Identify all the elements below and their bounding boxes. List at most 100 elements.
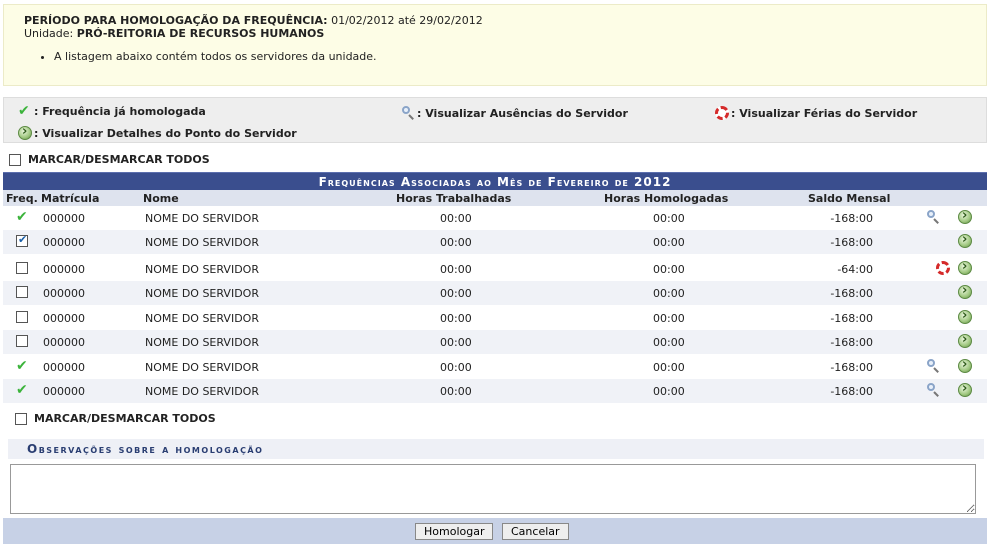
mark-all-checkbox[interactable] — [15, 412, 27, 425]
go-arrow-icon[interactable] — [958, 208, 972, 224]
cell-nome: NOME DO SERVIDOR — [145, 287, 259, 300]
cell-saldo-mensal: -168:00 — [830, 212, 873, 225]
cell-horas-homologadas: 00:00 — [653, 361, 685, 374]
magnifier-icon[interactable] — [926, 359, 940, 373]
header-nome: Nome — [143, 192, 179, 205]
homologate-button[interactable]: Homologar — [415, 523, 494, 540]
info-notes: A listagem abaixo contém todos os servid… — [54, 50, 986, 63]
cell-horas-trabalhadas: 00:00 — [440, 361, 472, 374]
row-select-checkbox[interactable] — [16, 262, 28, 274]
go-arrow-icon[interactable] — [958, 332, 972, 348]
go-arrow-icon[interactable] — [958, 259, 972, 275]
cell-horas-homologadas: 00:00 — [653, 236, 685, 249]
cell-matricula: 000000 — [43, 385, 85, 398]
cell-horas-homologadas: 00:00 — [653, 385, 685, 398]
legend-homologated: ✔ : Frequência já homologada — [18, 104, 206, 118]
cell-nome: NOME DO SERVIDOR — [145, 336, 259, 349]
unit-label: Unidade: — [24, 27, 74, 40]
legend-vacations: : Visualizar Férias do Servidor — [715, 106, 917, 120]
cell-horas-homologadas: 00:00 — [653, 287, 685, 300]
cell-horas-homologadas: 00:00 — [653, 263, 685, 276]
cell-saldo-mensal: -168:00 — [830, 361, 873, 374]
cell-horas-trabalhadas: 00:00 — [440, 336, 472, 349]
row-select-checkbox[interactable] — [16, 286, 28, 298]
observations-textarea[interactable] — [10, 464, 976, 514]
cell-nome: NOME DO SERVIDOR — [145, 212, 259, 225]
go-arrow-icon[interactable] — [958, 357, 972, 373]
cell-horas-homologadas: 00:00 — [653, 336, 685, 349]
cell-matricula: 000000 — [43, 361, 85, 374]
lifebuoy-icon — [715, 106, 729, 120]
legend-vacations-label: : Visualizar Férias do Servidor — [731, 106, 918, 120]
cell-horas-trabalhadas: 00:00 — [440, 312, 472, 325]
cell-saldo-mensal: -168:00 — [830, 287, 873, 300]
info-note: A listagem abaixo contém todos os servid… — [54, 50, 986, 63]
cell-matricula: 000000 — [43, 236, 85, 249]
table-row: ✔ 000000 NOME DO SERVIDOR 00:00 00:00 -168:00 — [3, 379, 987, 403]
table-row: 000000 NOME DO SERVIDOR 00:00 00:00 -64:00 — [3, 257, 987, 281]
row-select-checkbox[interactable] — [16, 311, 28, 323]
row-select-checkbox[interactable] — [16, 335, 28, 347]
cell-saldo-mensal: -64:00 — [837, 263, 873, 276]
cell-saldo-mensal: -168:00 — [830, 385, 873, 398]
go-arrow-icon[interactable] — [958, 381, 972, 397]
period-value: 01/02/2012 até 29/02/2012 — [331, 14, 483, 27]
cell-nome: NOME DO SERVIDOR — [145, 361, 259, 374]
go-arrow-icon[interactable] — [958, 232, 972, 248]
cell-nome: NOME DO SERVIDOR — [145, 236, 259, 249]
check-icon: ✔ — [16, 209, 28, 225]
cell-saldo-mensal: -168:00 — [830, 336, 873, 349]
cell-nome: NOME DO SERVIDOR — [145, 385, 259, 398]
mark-all-top[interactable]: MARCAR/DESMARCAR TODOS — [9, 153, 210, 166]
cell-nome: NOME DO SERVIDOR — [145, 312, 259, 325]
mark-all-bottom[interactable]: MARCAR/DESMARCAR TODOS — [15, 412, 216, 425]
cell-horas-homologadas: 00:00 — [653, 312, 685, 325]
legend-absences: : Visualizar Ausências do Servidor — [401, 106, 628, 120]
go-arrow-icon[interactable] — [958, 283, 972, 299]
header-saldo-mensal: Saldo Mensal — [808, 192, 891, 205]
cell-nome: NOME DO SERVIDOR — [145, 263, 259, 276]
cell-matricula: 000000 — [43, 263, 85, 276]
cell-matricula: 000000 — [43, 287, 85, 300]
go-arrow-icon — [18, 124, 32, 140]
header-horas-homologadas: Horas Homologadas — [604, 192, 729, 205]
mark-all-label: MARCAR/DESMARCAR TODOS — [34, 412, 216, 425]
table-caption: Frequências Associadas ao Mês de Feverei… — [3, 172, 987, 190]
table-header: Freq. Matrícula Nome Horas Trabalhadas H… — [3, 190, 987, 206]
period-info-box: PERÍODO PARA HOMOLOGAÇÃO DA FREQUÊNCIA: … — [3, 4, 987, 86]
cell-matricula: 000000 — [43, 336, 85, 349]
header-matricula: Matrícula — [41, 192, 100, 205]
lifebuoy-icon[interactable] — [936, 261, 950, 275]
legend-homologated-label: : Frequência já homologada — [34, 104, 206, 118]
cell-horas-trabalhadas: 00:00 — [440, 236, 472, 249]
mark-all-label: MARCAR/DESMARCAR TODOS — [28, 153, 210, 166]
legend-details: : Visualizar Detalhes do Ponto do Servid… — [18, 124, 297, 140]
cell-horas-trabalhadas: 00:00 — [440, 263, 472, 276]
table-row: ✔ 000000 NOME DO SERVIDOR 00:00 00:00 -168:00 — [3, 355, 987, 379]
cell-saldo-mensal: -168:00 — [830, 236, 873, 249]
cell-horas-trabalhadas: 00:00 — [440, 385, 472, 398]
go-arrow-icon[interactable] — [958, 308, 972, 324]
header-horas-trabalhadas: Horas Trabalhadas — [396, 192, 512, 205]
legend-details-label: : Visualizar Detalhes do Ponto do Servid… — [34, 126, 297, 140]
table-row: 000000 NOME DO SERVIDOR 00:00 00:00 -168:00 — [3, 230, 987, 254]
row-select-checkbox[interactable] — [16, 234, 28, 247]
magnifier-icon — [401, 106, 415, 120]
check-icon: ✔ — [18, 103, 30, 119]
table-row: 000000 NOME DO SERVIDOR 00:00 00:00 -168:00 — [3, 281, 987, 305]
magnifier-icon[interactable] — [926, 210, 940, 224]
cell-matricula: 000000 — [43, 212, 85, 225]
mark-all-checkbox[interactable] — [9, 153, 21, 166]
cancel-button[interactable]: Cancelar — [502, 523, 569, 540]
cell-horas-homologadas: 00:00 — [653, 212, 685, 225]
observations-header: Observações sobre a homologação — [8, 439, 984, 459]
table-row: 000000 NOME DO SERVIDOR 00:00 00:00 -168:00 — [3, 330, 987, 354]
legend-absences-label: : Visualizar Ausências do Servidor — [417, 106, 628, 120]
cell-saldo-mensal: -168:00 — [830, 312, 873, 325]
unit-value: PRÓ-REITORIA DE RECURSOS HUMANOS — [76, 27, 325, 40]
form-footer: Homologar Cancelar — [3, 518, 987, 544]
magnifier-icon[interactable] — [926, 383, 940, 397]
cell-horas-trabalhadas: 00:00 — [440, 287, 472, 300]
table-row: ✔ 000000 NOME DO SERVIDOR 00:00 00:00 -168:00 — [3, 206, 987, 230]
check-icon: ✔ — [16, 358, 28, 374]
